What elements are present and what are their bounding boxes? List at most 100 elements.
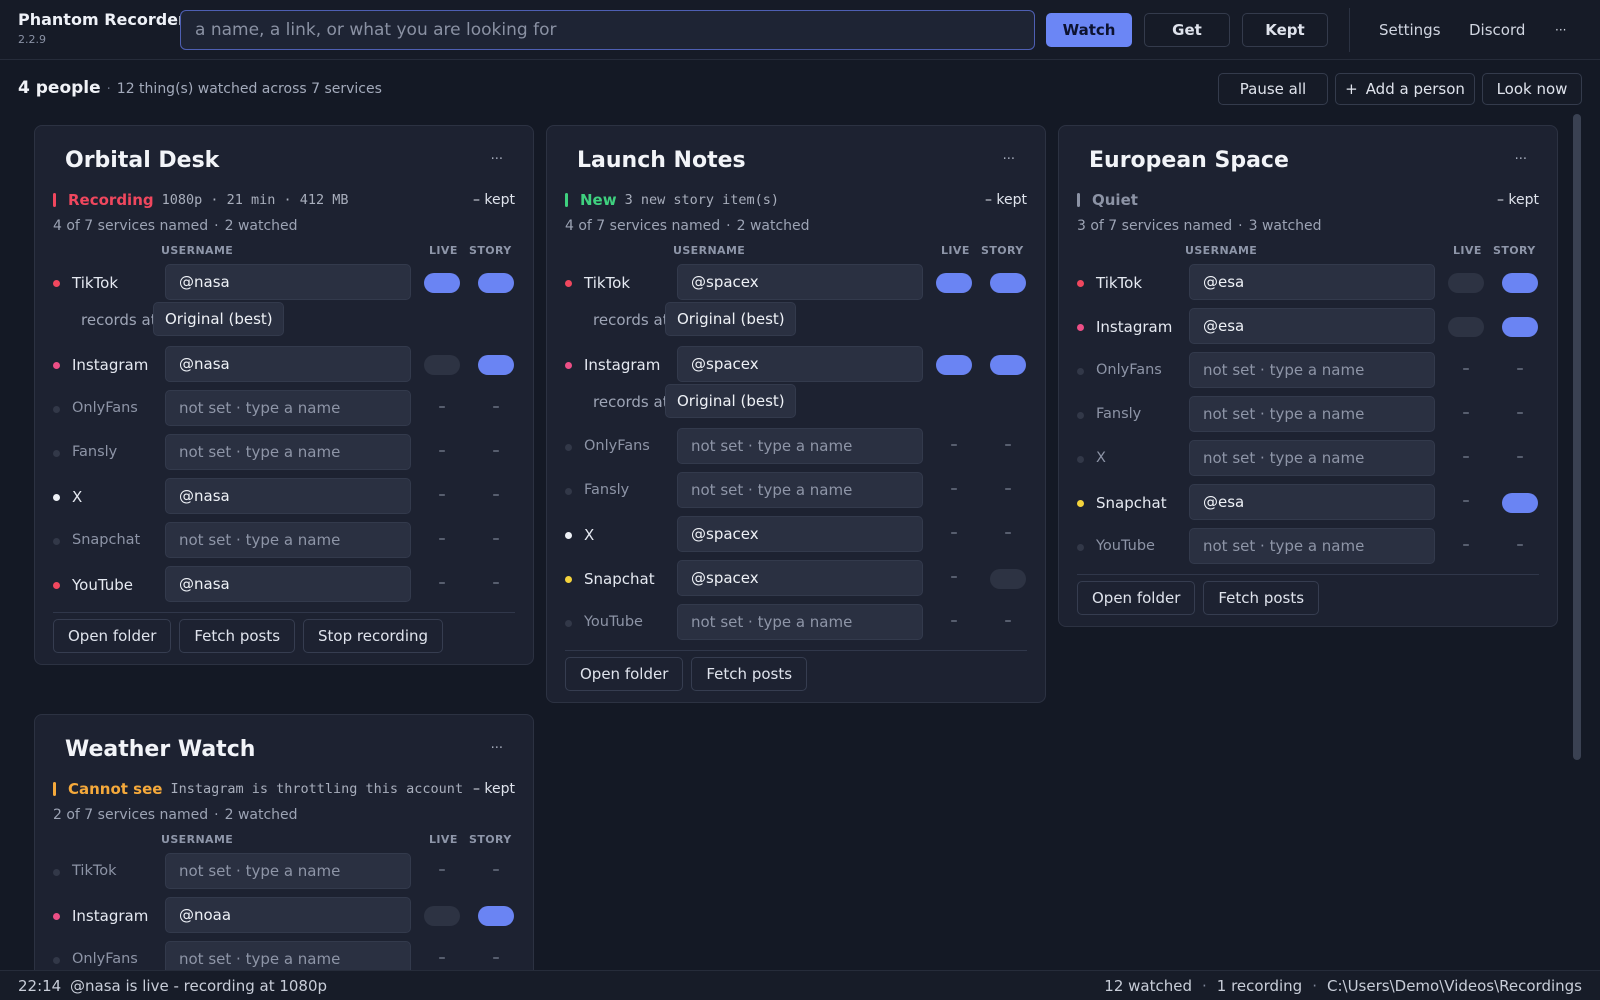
username-field-tiktok[interactable]: @nasa <box>165 264 411 300</box>
service-row-fansly: Fansly not set · type a name – – <box>547 472 1045 510</box>
story-toggle-snapchat[interactable] <box>1502 493 1538 513</box>
username-field-onlyfans[interactable]: not set · type a name <box>1189 352 1435 388</box>
username-field-fansly[interactable]: not set · type a name <box>677 472 923 508</box>
look-now-button[interactable]: Look now <box>1482 73 1582 105</box>
service-status-dot <box>565 280 572 287</box>
settings-link[interactable]: Settings <box>1379 13 1441 47</box>
status-path[interactable]: C:\Users\Demo\Videos\Recordings <box>1327 977 1582 995</box>
stop-recording-button[interactable]: Stop recording <box>303 619 444 653</box>
add-person-button[interactable]: + Add a person <box>1335 73 1475 105</box>
card-menu-icon[interactable]: ··· <box>491 741 503 756</box>
service-status-dot <box>1077 412 1084 419</box>
story-toggle-snapchat[interactable] <box>990 569 1026 589</box>
username-field-fansly[interactable]: not set · type a name <box>1189 396 1435 432</box>
summary-separator: · <box>1238 218 1243 234</box>
username-field-tiktok[interactable]: @esa <box>1189 264 1435 300</box>
service-status-dot <box>565 576 572 583</box>
watched-count: 2 watched <box>736 218 810 234</box>
scrollbar[interactable] <box>1573 114 1581 760</box>
username-field-snapchat[interactable]: @esa <box>1189 484 1435 520</box>
live-toggle-instagram[interactable] <box>424 355 460 375</box>
service-name: OnlyFans <box>72 951 138 967</box>
username-field-instagram[interactable]: @esa <box>1189 308 1435 344</box>
service-name: Snapchat <box>584 570 655 588</box>
service-name: Snapchat <box>72 532 141 548</box>
search-input[interactable] <box>180 10 1035 50</box>
username-field-youtube[interactable]: not set · type a name <box>677 604 923 640</box>
quality-select[interactable]: Original (best) <box>665 302 796 336</box>
live-toggle-tiktok[interactable] <box>1448 273 1484 293</box>
service-status-dot <box>565 444 572 451</box>
services-summary: 4 of 7 services named · 2 watched <box>565 218 810 234</box>
service-row-youtube: YouTube @nasa – – <box>35 566 533 604</box>
username-field-tiktok[interactable]: @spacex <box>677 264 923 300</box>
discord-link[interactable]: Discord <box>1469 13 1525 47</box>
live-toggle-tiktok[interactable] <box>936 273 972 293</box>
get-button[interactable]: Get <box>1144 13 1230 47</box>
kept-link[interactable]: – kept <box>985 192 1027 208</box>
username-field-snapchat[interactable]: @spacex <box>677 560 923 596</box>
story-toggle-tiktok[interactable] <box>990 273 1026 293</box>
quality-select[interactable]: Original (best) <box>153 302 284 336</box>
open-folder-button[interactable]: Open folder <box>565 657 684 691</box>
kept-link[interactable]: – kept <box>473 781 515 797</box>
fetch-posts-button[interactable]: Fetch posts <box>1203 581 1320 615</box>
story-toggle-instagram[interactable] <box>478 906 514 926</box>
open-folder-button[interactable]: Open folder <box>53 619 172 653</box>
fetch-posts-button[interactable]: Fetch posts <box>179 619 296 653</box>
service-name: YouTube <box>1096 538 1155 554</box>
story-toggle-tiktok[interactable] <box>478 273 514 293</box>
service-name: Instagram <box>584 356 661 374</box>
summary-detail: 12 thing(s) watched across 7 services <box>116 81 382 97</box>
fetch-posts-button[interactable]: Fetch posts <box>691 657 808 691</box>
status-detail: 1080p · 21 min · 412 MB <box>161 192 349 208</box>
story-disabled: – <box>492 862 500 878</box>
kept-link[interactable]: – kept <box>1497 192 1539 208</box>
story-toggle-instagram[interactable] <box>1502 317 1538 337</box>
status-indicator <box>1077 193 1080 207</box>
live-disabled: – <box>438 399 446 415</box>
live-toggle-instagram[interactable] <box>936 355 972 375</box>
column-header-username: USERNAME <box>161 833 234 846</box>
more-menu-icon[interactable]: ··· <box>1555 13 1566 47</box>
username-field-youtube[interactable]: not set · type a name <box>1189 528 1435 564</box>
named-count: 4 of 7 services named <box>53 218 209 234</box>
kept-link[interactable]: – kept <box>473 192 515 208</box>
add-person-label: Add a person <box>1365 80 1465 98</box>
watched-count: 2 watched <box>224 218 298 234</box>
status-row: Cannot see Instagram is throttling this a… <box>53 779 515 799</box>
card-menu-icon[interactable]: ··· <box>491 152 503 167</box>
username-field-x[interactable]: not set · type a name <box>1189 440 1435 476</box>
username-field-snapchat[interactable]: not set · type a name <box>165 522 411 558</box>
watch-button[interactable]: Watch <box>1046 13 1132 47</box>
username-field-youtube[interactable]: @nasa <box>165 566 411 602</box>
story-toggle-instagram[interactable] <box>478 355 514 375</box>
username-field-instagram[interactable]: @spacex <box>677 346 923 382</box>
records-at-row: records at Original (best) <box>547 384 1045 420</box>
story-toggle-instagram[interactable] <box>990 355 1026 375</box>
username-field-onlyfans[interactable]: not set · type a name <box>165 390 411 426</box>
quality-select[interactable]: Original (best) <box>665 384 796 418</box>
username-field-x[interactable]: @spacex <box>677 516 923 552</box>
pause-all-button[interactable]: Pause all <box>1218 73 1328 105</box>
service-status-dot <box>1077 368 1084 375</box>
story-toggle-tiktok[interactable] <box>1502 273 1538 293</box>
card-menu-icon[interactable]: ··· <box>1515 152 1527 167</box>
live-toggle-instagram[interactable] <box>1448 317 1484 337</box>
username-field-instagram[interactable]: @nasa <box>165 346 411 382</box>
kept-button[interactable]: Kept <box>1242 13 1328 47</box>
username-field-fansly[interactable]: not set · type a name <box>165 434 411 470</box>
username-field-onlyfans[interactable]: not set · type a name <box>677 428 923 464</box>
live-toggle-instagram[interactable] <box>424 906 460 926</box>
card-divider <box>1077 574 1539 575</box>
live-toggle-tiktok[interactable] <box>424 273 460 293</box>
open-folder-button[interactable]: Open folder <box>1077 581 1196 615</box>
username-field-onlyfans[interactable]: not set · type a name <box>165 941 411 970</box>
username-field-x[interactable]: @nasa <box>165 478 411 514</box>
username-field-tiktok[interactable]: not set · type a name <box>165 853 411 889</box>
scrollbar-thumb[interactable] <box>1573 114 1581 760</box>
live-disabled: – <box>438 950 446 966</box>
card-menu-icon[interactable]: ··· <box>1003 152 1015 167</box>
story-disabled: – <box>1004 437 1012 453</box>
username-field-instagram[interactable]: @noaa <box>165 897 411 933</box>
